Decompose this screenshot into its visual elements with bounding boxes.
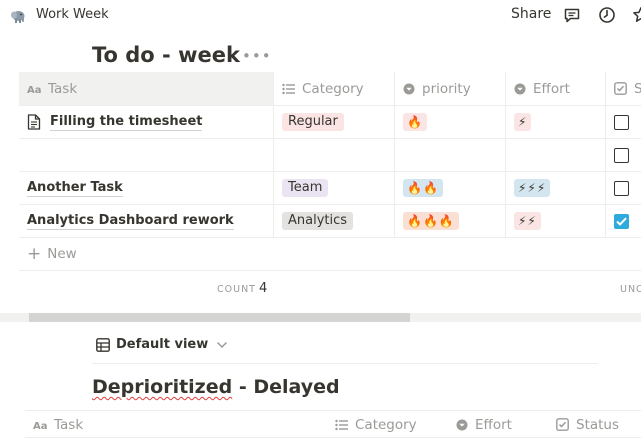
column-header-task[interactable]: Aa Task [33, 411, 83, 438]
second-table-header: Aa Task Category Effort Status [25, 410, 641, 438]
task-name[interactable]: Analytics Dashboard rework [27, 213, 234, 230]
column-header-label: Task [54, 416, 84, 433]
section-title-misspelled-word: Deprioritized [92, 376, 233, 398]
text-property-icon: Aa [27, 85, 41, 95]
category-tag: Analytics [282, 212, 354, 230]
page-icon [27, 114, 41, 130]
priority-cell[interactable]: 🔥🔥🔥 [395, 205, 506, 237]
category-tag: Team [282, 179, 329, 197]
count-aggregate[interactable]: COUNT 4 [217, 281, 267, 296]
status-checkbox[interactable] [614, 180, 629, 196]
category-cell[interactable] [274, 139, 395, 171]
view-label: Default view [116, 337, 209, 352]
column-header-priority[interactable]: priority [395, 72, 506, 105]
elephant-icon[interactable] [10, 8, 26, 24]
clock-icon[interactable] [598, 6, 616, 24]
star-icon[interactable] [632, 6, 641, 24]
workspace-title[interactable]: Work Week [36, 7, 109, 22]
comment-icon[interactable] [563, 6, 581, 24]
section-title[interactable]: Deprioritized - Delayed [92, 376, 340, 398]
status-cell [606, 205, 641, 237]
column-header-label: Effort [475, 416, 512, 433]
task-cell[interactable]: Analytics Dashboard rework [19, 205, 274, 237]
new-row-label: New [47, 246, 77, 262]
table-row[interactable] [19, 139, 641, 172]
section-title-rest: - Delayed [232, 376, 340, 398]
effort-cell[interactable]: ⚡⚡ [506, 205, 606, 237]
effort-tag: ⚡ [514, 113, 532, 131]
more-options-button[interactable]: ••• [242, 47, 272, 65]
chevron-down-icon [217, 341, 228, 348]
category-cell[interactable]: Regular [274, 106, 395, 138]
task-cell[interactable]: Another Task [19, 172, 274, 204]
svg-text:Aa: Aa [27, 85, 41, 95]
effort-cell[interactable] [506, 139, 606, 171]
priority-cell[interactable] [395, 139, 506, 171]
column-header-label: Task [48, 80, 78, 97]
table-view-icon [96, 337, 110, 352]
new-row-button[interactable]: + New [19, 238, 641, 271]
task-cell[interactable] [19, 139, 274, 171]
top-bar: Work Week Share [0, 0, 641, 32]
priority-tag: 🔥🔥 [403, 179, 443, 197]
list-icon [335, 419, 348, 430]
status-checkbox[interactable] [614, 114, 629, 130]
select-property-icon [403, 83, 415, 94]
checkbox-property-icon [614, 82, 627, 95]
column-header-effort[interactable]: Effort [456, 411, 512, 438]
status-checkbox-checked[interactable] [614, 213, 629, 229]
priority-tag: 🔥🔥🔥 [403, 212, 459, 230]
check-icon [616, 217, 627, 226]
effort-cell[interactable]: ⚡⚡⚡ [506, 172, 606, 204]
task-name[interactable]: Another Task [27, 180, 123, 197]
count-value: 4 [258, 281, 268, 296]
column-header-label: Effort [533, 80, 570, 97]
column-header-label: S [634, 80, 641, 97]
effort-tag: ⚡⚡ [514, 212, 541, 230]
table-row[interactable]: Another Task Team 🔥🔥 ⚡⚡⚡ [19, 172, 641, 205]
priority-tag: 🔥 [403, 113, 427, 131]
select-property-icon [456, 419, 468, 430]
category-cell[interactable]: Team [274, 172, 395, 204]
priority-cell[interactable]: 🔥 [395, 106, 506, 138]
select-property-icon [514, 83, 526, 94]
column-header-category[interactable]: Category [335, 411, 417, 438]
list-icon [282, 83, 295, 94]
table-header: Aa Task Category priority Effort S [19, 72, 641, 106]
count-label: COUNT [217, 284, 256, 295]
status-cell [606, 172, 641, 204]
share-button[interactable]: Share [511, 6, 551, 22]
checkbox-property-icon [556, 418, 569, 431]
status-checkbox[interactable] [614, 147, 629, 163]
table-row[interactable]: Analytics Dashboard rework Analytics 🔥🔥🔥… [19, 205, 641, 238]
category-cell[interactable]: Analytics [274, 205, 395, 237]
effort-cell[interactable]: ⚡ [506, 106, 606, 138]
uncounted-aggregate[interactable]: UNC [620, 284, 641, 295]
column-header-task[interactable]: Aa Task [19, 72, 274, 105]
view-switcher[interactable]: Default view [96, 337, 228, 352]
column-header-effort[interactable]: Effort [506, 72, 606, 105]
page-title[interactable]: To do - week [92, 43, 240, 67]
column-header-label: Category [302, 80, 364, 97]
text-property-icon: Aa [33, 421, 47, 431]
svg-text:Aa: Aa [33, 421, 47, 431]
column-header-category[interactable]: Category [274, 72, 395, 105]
effort-tag: ⚡⚡⚡ [514, 179, 551, 197]
column-header-status[interactable]: Status [556, 411, 619, 438]
divider [92, 363, 598, 364]
plus-icon: + [27, 244, 42, 264]
category-tag: Regular [282, 113, 344, 131]
column-header-label: priority [422, 80, 471, 97]
horizontal-scrollbar-thumb[interactable] [29, 313, 410, 322]
priority-cell[interactable]: 🔥🔥 [395, 172, 506, 204]
task-name[interactable]: Filling the timesheet [50, 114, 203, 131]
column-header-label: Category [355, 416, 417, 433]
table-row[interactable]: Filling the timesheet Regular 🔥 ⚡ [19, 106, 641, 139]
column-header-status[interactable]: S [606, 72, 641, 105]
status-cell [606, 106, 641, 138]
column-header-label: Status [576, 416, 620, 433]
status-cell [606, 139, 641, 171]
task-cell[interactable]: Filling the timesheet [19, 106, 274, 138]
